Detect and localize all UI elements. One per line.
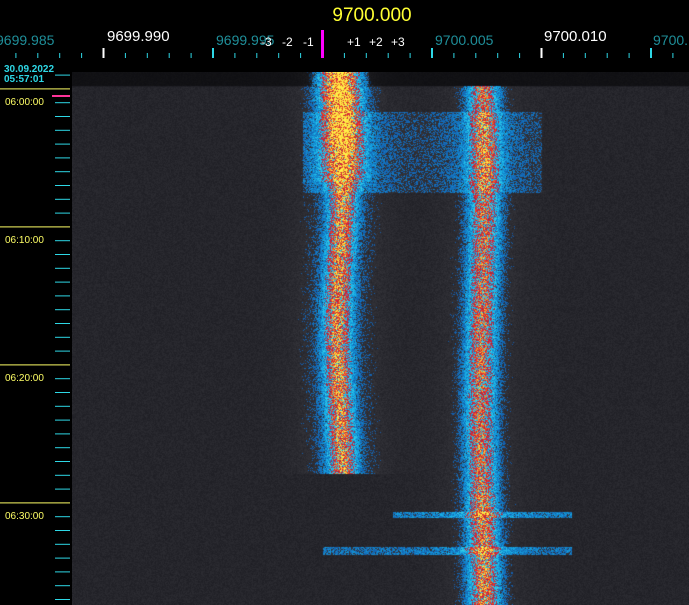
freq-tick [365, 53, 367, 58]
waterfall-display[interactable] [72, 72, 689, 605]
freq-tick [59, 53, 61, 58]
freq-tick [387, 53, 389, 58]
time-label: 06:20:00 [5, 373, 44, 384]
freq-tick [672, 53, 674, 58]
time-tick [55, 281, 70, 283]
time-tick [0, 364, 70, 366]
freq-tick [650, 48, 652, 58]
freq-tick [278, 53, 280, 58]
freq-tick [15, 53, 17, 58]
freq-tick [453, 53, 455, 58]
time-tick [55, 378, 70, 380]
time-tick [55, 323, 70, 324]
time-tick [55, 254, 70, 255]
time-tick [55, 336, 70, 338]
time-tick [55, 212, 70, 214]
freq-tick [606, 53, 608, 58]
freq-tick [409, 53, 411, 58]
time-label: 06:10:00 [5, 235, 44, 246]
start-time-stamp: 05:57:01 [4, 74, 45, 85]
time-tick [55, 295, 70, 297]
time-tick [55, 461, 70, 462]
time-tick [55, 419, 70, 421]
time-tick [55, 309, 70, 311]
freq-tick [584, 53, 586, 58]
time-tick [55, 116, 70, 117]
freq-tick [212, 48, 214, 58]
time-tick [55, 392, 70, 393]
time-tick [55, 143, 70, 145]
time-label: 06:00:00 [5, 97, 44, 108]
time-tick [55, 543, 70, 545]
time-tick [55, 102, 70, 104]
time-tick [55, 405, 70, 407]
time-tick [55, 74, 70, 76]
freq-tick [124, 53, 126, 58]
freq-tick [562, 53, 564, 58]
time-tick [0, 88, 70, 90]
time-tick [55, 447, 70, 449]
time-tick [55, 129, 70, 131]
time-tick [55, 433, 70, 435]
freq-tick [519, 53, 521, 58]
freq-tick [431, 48, 433, 58]
freq-tick [540, 48, 543, 58]
freq-tick [497, 53, 499, 58]
time-tick [55, 585, 70, 587]
time-tick [0, 226, 70, 228]
freq-tick [300, 53, 302, 58]
time-cursor-marker [52, 95, 70, 97]
frequency-scale[interactable]: 9700.000 9699.985 9699.990 9699.995 9700… [0, 0, 689, 72]
time-label: 06:30:00 [5, 511, 44, 522]
time-tick [0, 502, 70, 504]
freq-tick [81, 53, 83, 58]
time-tick [55, 350, 70, 352]
freq-tick [102, 48, 105, 58]
time-tick [55, 157, 70, 159]
freq-tick [475, 53, 477, 58]
freq-tick [37, 53, 39, 58]
time-axis [0, 72, 72, 605]
time-tick [55, 171, 70, 173]
time-tick [55, 516, 70, 518]
time-tick [55, 185, 70, 186]
time-tick [55, 267, 70, 269]
freq-tick [190, 53, 192, 58]
freq-tick [256, 53, 258, 58]
time-tick [55, 240, 70, 242]
time-ticks [0, 74, 70, 600]
freq-tick [146, 53, 148, 58]
freq-tick [234, 53, 236, 58]
frequency-ticks [15, 48, 674, 58]
time-tick [55, 571, 70, 573]
time-tick [55, 530, 70, 531]
freq-tick [343, 53, 345, 58]
time-tick [55, 599, 70, 600]
time-tick [55, 198, 70, 200]
freq-tick [628, 53, 630, 58]
time-tick [55, 488, 70, 490]
time-tick [55, 557, 70, 559]
time-tick [55, 474, 70, 476]
freq-tick [168, 53, 170, 58]
